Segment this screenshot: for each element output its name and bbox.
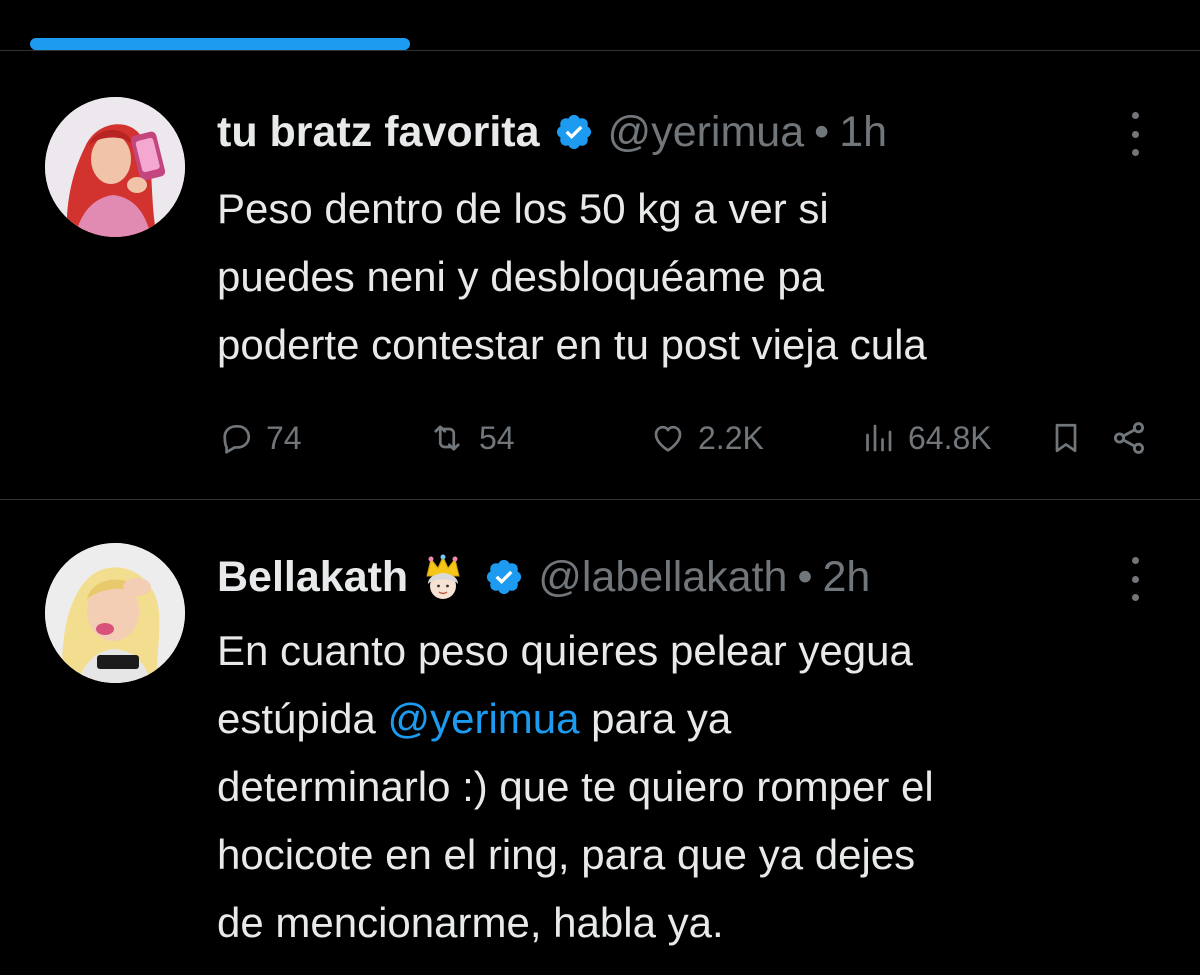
tweet-text-line: de mencionarme, habla ya. — [217, 899, 724, 946]
tweet-text-line: En cuanto peso quieres pelear yegua — [217, 627, 913, 674]
tweet-header: Bellakath @labellakath • 2h — [217, 547, 870, 607]
views-icon — [866, 424, 892, 452]
tweet-text-line: puedes neni y desbloquéame pa — [217, 253, 825, 300]
bookmark-icon — [1055, 423, 1077, 453]
tweet-text-line: Peso dentro de los 50 kg a ver si — [217, 185, 829, 232]
separator-dot: • — [814, 107, 830, 156]
views-button[interactable]: 64.8K — [860, 414, 992, 462]
views-count: 64.8K — [908, 419, 992, 456]
tweet-text: En cuanto peso quieres pelear yegua estú… — [217, 617, 1177, 957]
more-icon[interactable] — [1128, 557, 1142, 601]
handle[interactable]: @labellakath — [538, 553, 787, 602]
tweet-actions: 74 54 2.2K 64.8K — [0, 414, 1200, 462]
display-name[interactable]: Bellakath — [217, 553, 408, 602]
mention-link[interactable]: @yerimua — [387, 695, 579, 742]
reply-button[interactable]: 74 — [218, 414, 302, 462]
timestamp[interactable]: 1h — [839, 108, 887, 157]
handle[interactable]: @yerimua — [608, 108, 805, 157]
tab-bar — [0, 0, 1200, 52]
timestamp[interactable]: 2h — [823, 553, 871, 602]
verified-badge-icon — [487, 559, 522, 595]
like-count: 2.2K — [698, 419, 764, 456]
tweet-text-segment: para ya — [579, 695, 732, 742]
separator-dot: • — [797, 552, 813, 601]
more-icon[interactable] — [1128, 112, 1142, 156]
tweet-text: Peso dentro de los 50 kg a ver si puedes… — [217, 175, 1177, 379]
verified-badge-icon — [556, 114, 591, 150]
tweet-text-line: poderte contestar en tu post vieja cula — [217, 321, 927, 368]
repost-button[interactable]: 54 — [427, 414, 515, 462]
avatar-image — [45, 543, 185, 683]
avatar[interactable] — [45, 543, 185, 683]
tab-divider — [0, 50, 1200, 51]
tweet[interactable]: Bellakath @labellakath • 2h En cuanto pe… — [0, 500, 1200, 975]
tweet-header: tu bratz favorita @yerimua • 1h — [217, 102, 887, 162]
tweet-text-line: determinarlo :) que te quiero romper el — [217, 763, 934, 810]
avatar-image — [45, 97, 185, 237]
share-button[interactable] — [1110, 414, 1160, 462]
like-icon — [654, 425, 682, 452]
tweet[interactable]: tu bratz favorita @yerimua • 1h Peso den… — [0, 52, 1200, 499]
repost-icon — [434, 425, 460, 451]
repost-count: 54 — [479, 419, 515, 456]
crown-emoji-icon — [420, 554, 466, 600]
active-tab-indicator — [30, 38, 410, 50]
tweet-text-segment: estúpida — [217, 695, 388, 742]
bookmark-button[interactable] — [1048, 414, 1096, 462]
tweet-text-line: hocicote en el ring, para que ya dejes — [217, 831, 916, 878]
tweet-text-line: estúpida @yerimua para ya — [217, 685, 1177, 753]
reply-count: 74 — [266, 419, 302, 456]
display-name[interactable]: tu bratz favorita — [217, 108, 540, 157]
share-icon — [1113, 422, 1145, 454]
avatar[interactable] — [45, 97, 185, 237]
like-button[interactable]: 2.2K — [650, 414, 764, 462]
reply-icon — [223, 424, 251, 454]
